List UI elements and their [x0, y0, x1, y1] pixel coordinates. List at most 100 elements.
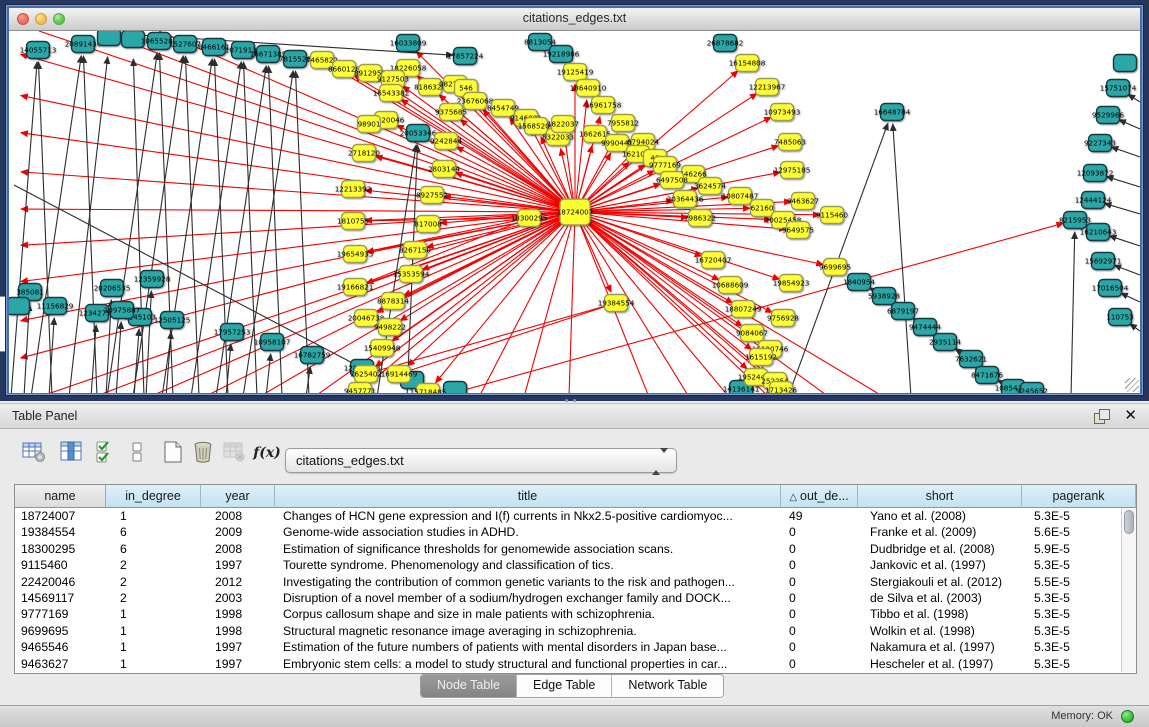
graph-node[interactable]: 8927552	[416, 187, 448, 204]
graph-node[interactable]: 1822037	[547, 116, 579, 133]
graph-node[interactable]: 9498222	[374, 319, 406, 336]
graph-node[interactable]: 19166821	[337, 279, 374, 296]
graph-node[interactable]	[9, 298, 30, 315]
graph-node[interactable]: 19125419	[557, 64, 594, 81]
graph-node[interactable]: 7485063	[774, 134, 806, 151]
table-scrollbar[interactable]	[1121, 508, 1136, 672]
graph-node[interactable]: 817008	[414, 216, 442, 233]
column-header-year[interactable]: year	[201, 485, 275, 508]
tab-edge-table[interactable]: Edge Table	[517, 675, 612, 697]
graph-node[interactable]: 6879197	[887, 303, 919, 320]
graph-node[interactable]: 9375685	[435, 104, 467, 121]
graph-node[interactable]: 7632621	[955, 351, 987, 368]
graph-node[interactable]: 8471676	[971, 367, 1003, 384]
select-all-button[interactable]	[92, 439, 120, 467]
graph-node[interactable]: 6497508	[656, 172, 688, 189]
function-builder-button[interactable]: f(x)	[253, 439, 281, 467]
table-row[interactable]: 1830029562008Estimation of significance …	[15, 541, 1136, 557]
column-header-title[interactable]: title	[275, 485, 781, 508]
graph-node[interactable]: 16720407	[695, 252, 732, 269]
delete-table-button[interactable]	[220, 439, 248, 467]
graph-node[interactable]: 2935114	[929, 334, 961, 351]
table-row[interactable]: 969969511998Structural magnetic resonanc…	[15, 623, 1136, 639]
graph-node[interactable]: 16154808	[729, 55, 766, 72]
graph-node[interactable]: 18807249	[725, 301, 762, 318]
graph-node[interactable]: 9649575	[782, 222, 814, 239]
graph-node[interactable]: 19384554	[598, 295, 635, 312]
table-row[interactable]: 1938455462009Genome-wide association stu…	[15, 524, 1136, 540]
graph-node[interactable]: 9242844	[430, 133, 462, 150]
graph-node[interactable]: 1527607	[169, 36, 201, 53]
graph-node[interactable]: 9756928	[767, 310, 799, 327]
table-row[interactable]: 946362711997Embryonic stem cells: a mode…	[15, 656, 1136, 672]
table-row[interactable]: 1456911722003Disruption of a novel membe…	[15, 590, 1136, 606]
graph-node[interactable]: 12093872	[1077, 165, 1114, 182]
graph-node[interactable]: 9245652	[1016, 383, 1048, 394]
scrollbar-thumb[interactable]	[1124, 510, 1134, 534]
graph-node[interactable]: 10958107	[254, 334, 291, 351]
deselect-all-button[interactable]	[124, 439, 152, 467]
table-row[interactable]: 946554611997Estimation of the future num…	[15, 639, 1136, 655]
graph-node[interactable]: 16033809	[390, 35, 427, 52]
graph-node[interactable]: 17857224	[447, 48, 484, 65]
graph-node[interactable]: 9529966	[1092, 107, 1124, 124]
graph-node[interactable]: 9463627	[787, 193, 819, 210]
graph-node[interactable]	[1114, 55, 1137, 72]
column-header-pagerank[interactable]: pagerank	[1022, 485, 1136, 508]
tab-node-table[interactable]: Node Table	[421, 675, 517, 697]
network-canvas[interactable]: 1405571320891436106552871527607846616110…	[9, 31, 1140, 393]
tab-network-table[interactable]: Network Table	[612, 675, 723, 697]
column-header-short[interactable]: short	[858, 485, 1022, 508]
graph-node[interactable]: 26878682	[707, 35, 744, 52]
graph-node[interactable]: 12975185	[774, 162, 811, 179]
graph-node[interactable]: 15692971	[1085, 253, 1122, 270]
table-row[interactable]: 911546021997Tourette syndrome. Phenomeno…	[15, 557, 1136, 573]
graph-node[interactable]: 19854923	[773, 275, 810, 292]
graph-node[interactable]: 9474444	[909, 319, 941, 336]
graph-node[interactable]: 16648784	[874, 104, 911, 121]
graph-node[interactable]: 19654935	[337, 246, 374, 263]
graph-node[interactable]: 15409948	[364, 340, 401, 357]
graph-node[interactable]: 1810755	[337, 213, 369, 230]
graph-node[interactable]: 9699695	[819, 259, 851, 276]
graph-node[interactable]: 7986322	[684, 210, 716, 227]
graph-node[interactable]: 62160	[751, 200, 774, 217]
graph-node[interactable]: 12213967	[749, 79, 786, 96]
column-visibility-button[interactable]	[57, 439, 85, 467]
graph-node[interactable]: 9084067	[736, 325, 768, 342]
graph-node[interactable]: 20206535	[94, 280, 131, 297]
graph-node[interactable]: 12359928	[134, 271, 171, 288]
graph-node[interactable]	[444, 382, 467, 394]
delete-column-button[interactable]	[189, 439, 217, 467]
graph-node[interactable]: 8267150	[399, 242, 431, 259]
graph-node[interactable]: 15751074	[1100, 80, 1137, 97]
graph-node[interactable]: 110753	[1106, 309, 1133, 326]
column-header-name[interactable]: name	[15, 485, 106, 508]
table-mode-button[interactable]	[20, 439, 48, 467]
graph-node[interactable]: 12505125	[154, 312, 191, 329]
new-column-button[interactable]	[159, 439, 187, 467]
graph-node[interactable]	[98, 31, 121, 46]
graph-node[interactable]: 98901	[358, 116, 381, 133]
table-row[interactable]: 977716911998Corpus callosum shape and si…	[15, 606, 1136, 622]
graph-node[interactable]: 7955812	[607, 115, 639, 132]
graph-hub-node[interactable]: 18724007	[557, 199, 594, 225]
graph-node[interactable]: 1840954	[843, 274, 875, 291]
graph-node[interactable]: 9227343	[1084, 135, 1116, 152]
column-header-in_degree[interactable]: in_degree	[106, 485, 201, 508]
graph-node[interactable]: 16961758	[585, 97, 622, 114]
graph-node[interactable]: 7625402	[350, 366, 382, 383]
window-resize-grip[interactable]	[1125, 378, 1139, 392]
column-header-out_de[interactable]: △out_de...	[781, 485, 858, 508]
close-panel-button[interactable]: ✕	[1124, 406, 1137, 426]
float-panel-button[interactable]	[1094, 409, 1109, 424]
window-titlebar[interactable]: citations_edges.txt	[9, 8, 1140, 31]
graph-node[interactable]: 12444124	[1075, 192, 1112, 209]
table-row[interactable]: 2242004622012Investigating the contribut…	[15, 574, 1136, 590]
graph-node[interactable]: 9457771	[344, 383, 376, 394]
table-selector-dropdown[interactable]: citations_edges.txt	[285, 448, 677, 473]
graph-node[interactable]: 8878314	[377, 293, 409, 310]
table-row[interactable]: 1872400712008Changes of HCN gene express…	[15, 508, 1136, 524]
graph-node[interactable]: 2718120	[348, 145, 380, 162]
graph-node[interactable]: 2803144	[428, 161, 460, 178]
